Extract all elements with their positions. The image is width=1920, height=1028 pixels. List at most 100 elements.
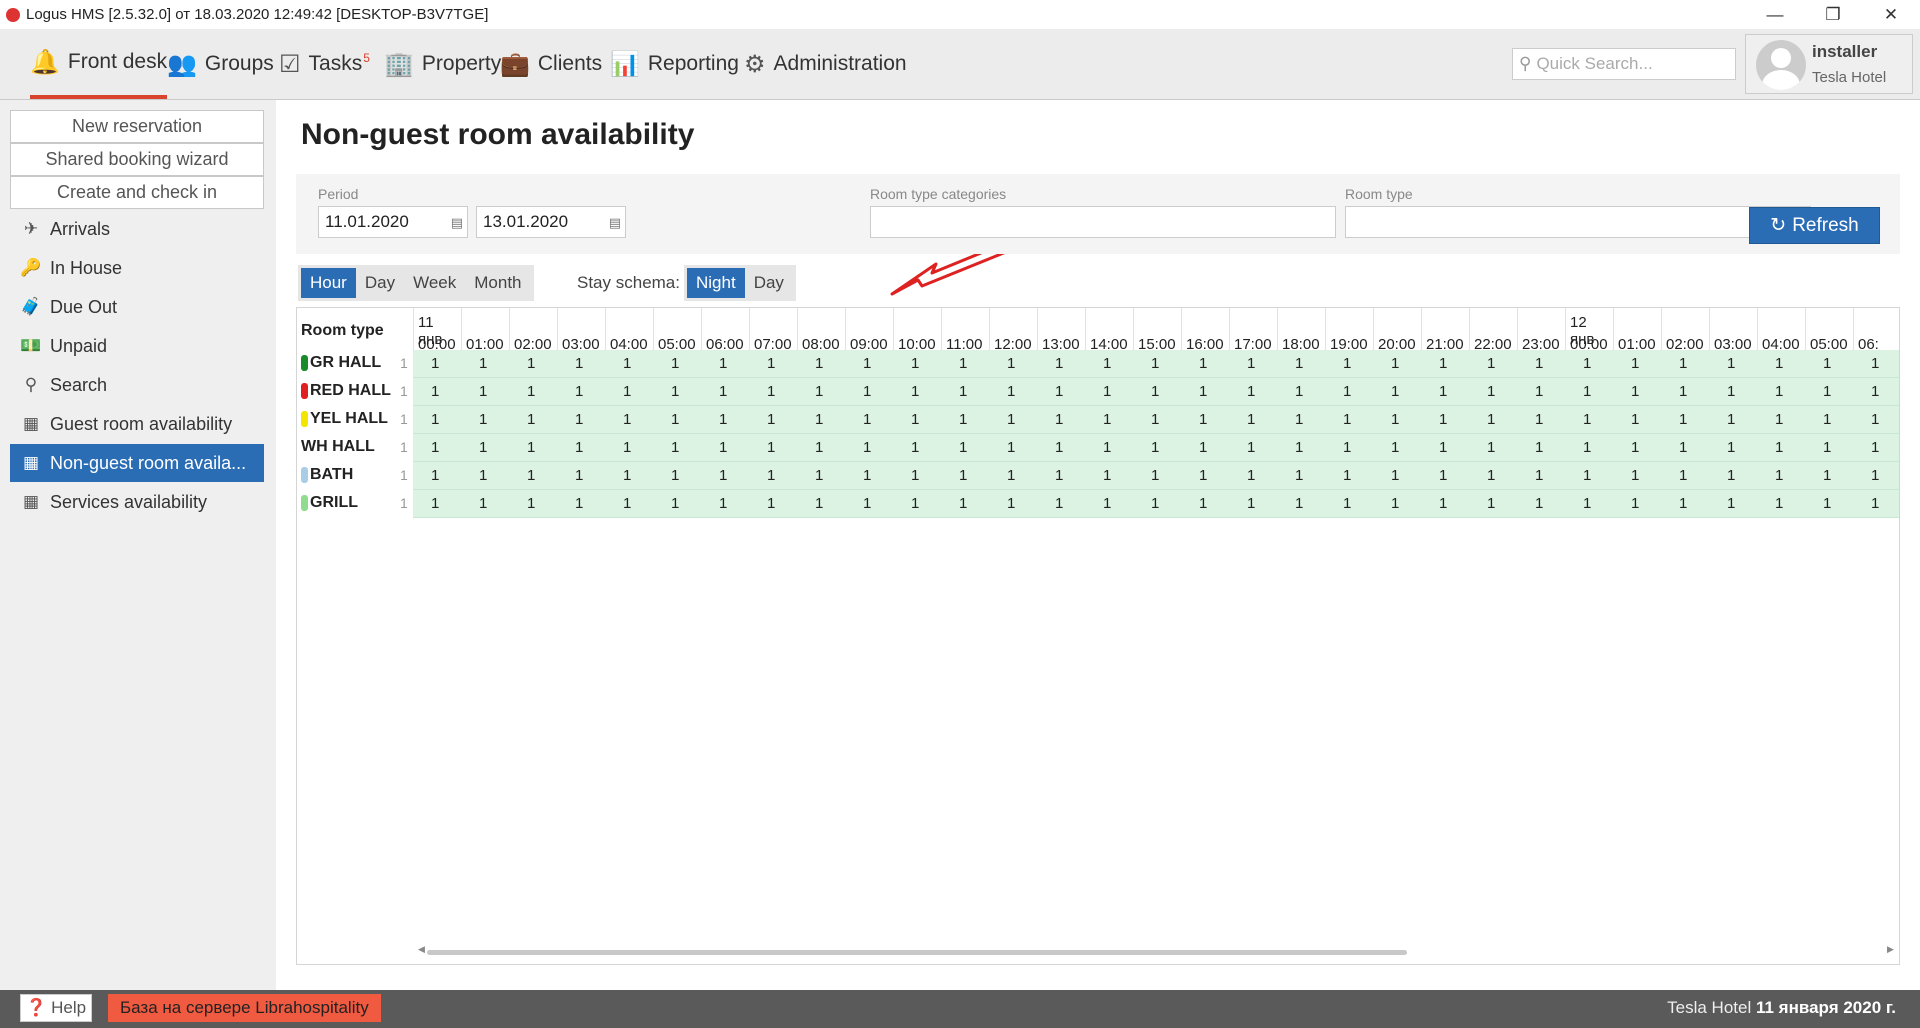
availability-cell[interactable]: 1 xyxy=(1727,467,1735,484)
availability-cell[interactable]: 1 xyxy=(767,383,775,400)
availability-cell[interactable]: 1 xyxy=(1151,467,1159,484)
availability-cell[interactable]: 1 xyxy=(1103,495,1111,512)
availability-cell[interactable]: 1 xyxy=(959,467,967,484)
availability-cell[interactable]: 1 xyxy=(1631,467,1639,484)
availability-cell[interactable]: 1 xyxy=(1199,411,1207,428)
sidebar-item-non-guest-room-availa[interactable]: ▦ Non-guest room availa... xyxy=(10,444,264,482)
stay-tab-day[interactable]: Day xyxy=(745,268,793,298)
availability-cell[interactable]: 1 xyxy=(1679,383,1687,400)
close-icon[interactable]: ✕ xyxy=(1862,0,1920,29)
sidebar-item-guest-room-availability[interactable]: ▦ Guest room availability xyxy=(10,405,264,443)
availability-cell[interactable]: 1 xyxy=(575,439,583,456)
availability-cell[interactable]: 1 xyxy=(527,467,535,484)
help-button[interactable]: ❓ Help xyxy=(20,994,92,1022)
user-menu[interactable]: installer Tesla Hotel xyxy=(1745,34,1913,94)
availability-cell[interactable]: 1 xyxy=(431,355,439,372)
availability-cell[interactable]: 1 xyxy=(1103,383,1111,400)
horizontal-scrollbar[interactable] xyxy=(427,950,1407,955)
availability-cell[interactable]: 1 xyxy=(1775,383,1783,400)
availability-cell[interactable]: 1 xyxy=(1535,411,1543,428)
availability-cell[interactable]: 1 xyxy=(527,411,535,428)
availability-cell[interactable]: 1 xyxy=(1535,383,1543,400)
availability-cell[interactable]: 1 xyxy=(1823,495,1831,512)
availability-cell[interactable]: 1 xyxy=(1583,383,1591,400)
availability-cell[interactable]: 1 xyxy=(1343,355,1351,372)
availability-cell[interactable]: 1 xyxy=(1343,383,1351,400)
availability-cell[interactable]: 1 xyxy=(767,467,775,484)
availability-cell[interactable]: 1 xyxy=(911,495,919,512)
availability-cell[interactable]: 1 xyxy=(671,467,679,484)
nav-clients[interactable]: 💼 Clients xyxy=(500,29,602,99)
availability-cell[interactable]: 1 xyxy=(719,467,727,484)
availability-cell[interactable]: 1 xyxy=(1295,355,1303,372)
availability-cell[interactable]: 1 xyxy=(1007,411,1015,428)
availability-cell[interactable]: 1 xyxy=(1295,411,1303,428)
availability-cell[interactable]: 1 xyxy=(1535,467,1543,484)
availability-cell[interactable]: 1 xyxy=(1775,411,1783,428)
availability-cell[interactable]: 1 xyxy=(1007,467,1015,484)
availability-cell[interactable]: 1 xyxy=(1295,383,1303,400)
sidebar-item-search[interactable]: ⚲ Search xyxy=(10,366,264,404)
availability-cell[interactable]: 1 xyxy=(479,383,487,400)
availability-cell[interactable]: 1 xyxy=(1631,439,1639,456)
availability-cell[interactable]: 1 xyxy=(1343,467,1351,484)
availability-cell[interactable]: 1 xyxy=(575,383,583,400)
availability-cell[interactable]: 1 xyxy=(719,355,727,372)
availability-cell[interactable]: 1 xyxy=(527,495,535,512)
availability-cell[interactable]: 1 xyxy=(1007,495,1015,512)
availability-cell[interactable]: 1 xyxy=(1391,355,1399,372)
availability-cell[interactable]: 1 xyxy=(1439,439,1447,456)
availability-cell[interactable]: 1 xyxy=(575,411,583,428)
availability-cell[interactable]: 1 xyxy=(863,439,871,456)
scroll-left-icon[interactable]: ◀ xyxy=(418,944,425,955)
availability-cell[interactable]: 1 xyxy=(575,495,583,512)
availability-cell[interactable]: 1 xyxy=(527,355,535,372)
availability-cell[interactable]: 1 xyxy=(527,383,535,400)
availability-cell[interactable]: 1 xyxy=(863,467,871,484)
availability-cell[interactable]: 1 xyxy=(1583,495,1591,512)
availability-cell[interactable]: 1 xyxy=(623,439,631,456)
availability-cell[interactable]: 1 xyxy=(1439,383,1447,400)
availability-cell[interactable]: 1 xyxy=(1583,467,1591,484)
availability-cell[interactable]: 1 xyxy=(1391,495,1399,512)
availability-cell[interactable]: 1 xyxy=(959,355,967,372)
availability-cell[interactable]: 1 xyxy=(431,439,439,456)
availability-cell[interactable]: 1 xyxy=(623,495,631,512)
availability-cell[interactable]: 1 xyxy=(1823,411,1831,428)
availability-cell[interactable]: 1 xyxy=(1775,439,1783,456)
availability-cell[interactable]: 1 xyxy=(1631,411,1639,428)
availability-cell[interactable]: 1 xyxy=(1247,411,1255,428)
availability-cell[interactable]: 1 xyxy=(1103,411,1111,428)
nav-tasks[interactable]: ☑ Tasks 5 xyxy=(279,29,370,99)
availability-cell[interactable]: 1 xyxy=(815,467,823,484)
availability-cell[interactable]: 1 xyxy=(575,467,583,484)
availability-cell[interactable]: 1 xyxy=(1535,355,1543,372)
availability-cell[interactable]: 1 xyxy=(1343,495,1351,512)
availability-cell[interactable]: 1 xyxy=(815,411,823,428)
availability-cell[interactable]: 1 xyxy=(1199,495,1207,512)
restore-icon[interactable]: ❐ xyxy=(1804,0,1862,29)
availability-cell[interactable]: 1 xyxy=(1487,495,1495,512)
availability-cell[interactable]: 1 xyxy=(815,439,823,456)
availability-cell[interactable]: 1 xyxy=(1487,467,1495,484)
stay-tab-night[interactable]: Night xyxy=(687,268,745,298)
availability-cell[interactable]: 1 xyxy=(1199,439,1207,456)
availability-cell[interactable]: 1 xyxy=(863,411,871,428)
availability-cell[interactable]: 1 xyxy=(1439,411,1447,428)
availability-cell[interactable]: 1 xyxy=(527,439,535,456)
availability-cell[interactable]: 1 xyxy=(1007,439,1015,456)
availability-cell[interactable]: 1 xyxy=(1631,495,1639,512)
availability-cell[interactable]: 1 xyxy=(1631,355,1639,372)
new-reservation-button[interactable]: New reservation xyxy=(10,110,264,143)
nav-administration[interactable]: ⚙ Administration xyxy=(744,29,907,99)
availability-cell[interactable]: 1 xyxy=(815,383,823,400)
availability-cell[interactable]: 1 xyxy=(1151,355,1159,372)
availability-cell[interactable]: 1 xyxy=(1199,355,1207,372)
availability-cell[interactable]: 1 xyxy=(623,355,631,372)
availability-cell[interactable]: 1 xyxy=(1583,355,1591,372)
availability-cell[interactable]: 1 xyxy=(1679,495,1687,512)
availability-cell[interactable]: 1 xyxy=(1775,495,1783,512)
availability-cell[interactable]: 1 xyxy=(1727,439,1735,456)
scale-tab-week[interactable]: Week xyxy=(404,268,465,298)
availability-cell[interactable]: 1 xyxy=(1727,355,1735,372)
